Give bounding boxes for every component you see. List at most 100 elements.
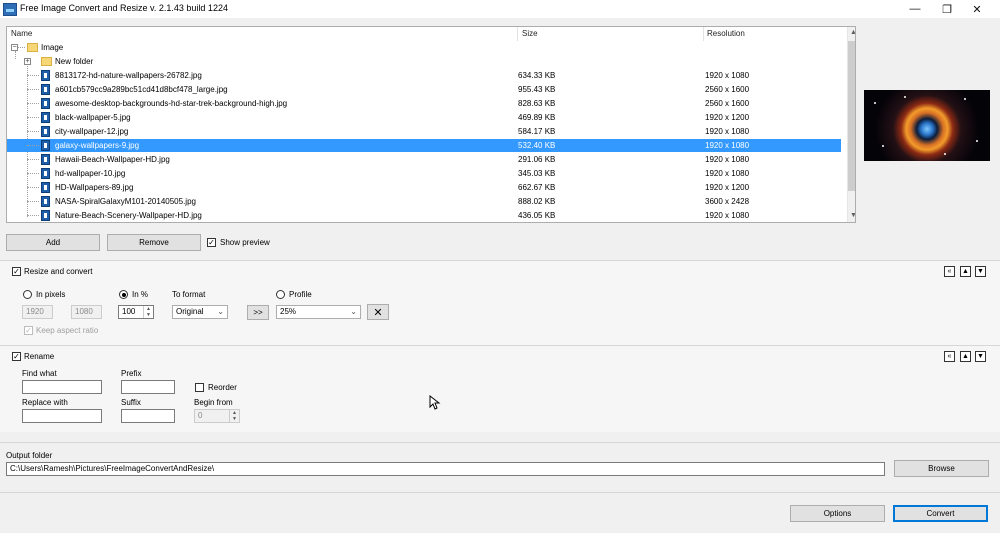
tree-guide bbox=[27, 89, 39, 90]
height-input[interactable]: 1080 bbox=[71, 305, 102, 319]
suffix-input[interactable] bbox=[121, 409, 175, 423]
prefix-input[interactable] bbox=[121, 380, 175, 394]
rename-checkbox[interactable]: ✓ bbox=[12, 352, 21, 361]
profile-radio[interactable] bbox=[276, 290, 285, 299]
in-percent-label: In % bbox=[132, 290, 149, 299]
file-name: NASA-SpiralGalaxyM101-20140505.jpg bbox=[55, 197, 196, 206]
scroll-down-icon[interactable]: ▼ bbox=[850, 212, 855, 219]
begin-from-stepper[interactable]: 0 ▲ ▼ bbox=[194, 409, 240, 423]
tree-guide bbox=[27, 75, 39, 76]
minimize-button[interactable]: — bbox=[900, 0, 930, 18]
file-name: black-wallpaper-5.jpg bbox=[55, 113, 131, 122]
resize-section: ✓ Resize and convert « ▲ ▼ In pixels In … bbox=[0, 261, 1000, 345]
file-row[interactable]: a601cb579cc9a289bc51cd41d8bcf478_large.j… bbox=[7, 83, 841, 96]
delete-profile-button[interactable]: ✕ bbox=[367, 304, 389, 320]
move-down-icon[interactable]: ▼ bbox=[975, 351, 986, 362]
file-row[interactable]: HD-Wallpapers-89.jpg 662.67 KB 1920 x 1200 bbox=[7, 181, 841, 194]
format-select[interactable]: Original ⌄ bbox=[172, 305, 228, 319]
tree-guide bbox=[27, 215, 39, 216]
file-size: 584.17 KB bbox=[518, 127, 556, 136]
in-percent-radio[interactable] bbox=[119, 290, 128, 299]
begin-from-value: 0 bbox=[198, 411, 203, 420]
file-size: 436.05 KB bbox=[518, 211, 556, 220]
tree-root-folder[interactable]: − Image bbox=[7, 41, 841, 54]
move-up-icon[interactable]: ▲ bbox=[960, 266, 971, 277]
file-resolution: 1920 x 1200 bbox=[705, 183, 750, 192]
percent-stepper[interactable]: 100 ▲ ▼ bbox=[118, 305, 154, 319]
file-row[interactable]: Hawaii-Beach-Wallpaper-HD.jpg 291.06 KB 19… bbox=[7, 153, 841, 166]
maximize-button[interactable]: ❐ bbox=[932, 0, 962, 18]
options-button[interactable]: Options bbox=[790, 505, 885, 522]
show-preview-label: Show preview bbox=[220, 238, 270, 247]
file-row[interactable]: hd-wallpaper-10.jpg 345.03 KB 1920 x 1080 bbox=[7, 167, 841, 180]
remove-button[interactable]: Remove bbox=[107, 234, 201, 251]
file-name: hd-wallpaper-10.jpg bbox=[55, 169, 126, 178]
file-row[interactable]: awesome-desktop-backgrounds-hd-star-trek… bbox=[7, 97, 841, 110]
tree-guide bbox=[27, 173, 39, 174]
find-what-input[interactable] bbox=[22, 380, 102, 394]
replace-with-label: Replace with bbox=[22, 398, 68, 407]
output-folder-input[interactable]: C:\Users\Ramesh\Pictures\FreeImageConver… bbox=[6, 462, 885, 476]
file-name: city-wallpaper-12.jpg bbox=[55, 127, 129, 136]
folder-label: New folder bbox=[55, 57, 94, 66]
scroll-up-icon[interactable]: ▲ bbox=[850, 29, 855, 36]
tree-subfolder[interactable]: + New folder bbox=[7, 55, 841, 68]
file-name: HD-Wallpapers-89.jpg bbox=[55, 183, 134, 192]
keep-aspect-label: Keep aspect ratio bbox=[36, 326, 99, 335]
file-row[interactable]: 8813172-hd-nature-wallpapers-26782.jpg 63… bbox=[7, 69, 841, 82]
collapse-icon[interactable]: − bbox=[11, 44, 18, 51]
scrollbar-thumb[interactable] bbox=[848, 41, 855, 191]
suffix-label: Suffix bbox=[121, 398, 141, 407]
file-resolution: 1920 x 1080 bbox=[705, 169, 750, 178]
collapse-all-icon[interactable]: « bbox=[944, 351, 955, 362]
tree-guide bbox=[27, 103, 39, 104]
file-row[interactable]: NASA-SpiralGalaxyM101-20140505.jpg 888.02… bbox=[7, 195, 841, 208]
profile-select[interactable]: 25% ⌄ bbox=[276, 305, 361, 319]
replace-with-input[interactable] bbox=[22, 409, 102, 423]
tree-guide bbox=[27, 117, 39, 118]
file-row[interactable]: city-wallpaper-12.jpg 584.17 KB 1920 x 108… bbox=[7, 125, 841, 138]
stepper-arrows-icon[interactable]: ▲ ▼ bbox=[229, 410, 239, 422]
file-resolution: 1920 x 1080 bbox=[705, 211, 750, 220]
reorder-label: Reorder bbox=[208, 383, 237, 392]
resize-header: Resize and convert bbox=[24, 267, 93, 276]
apply-profile-button[interactable]: >> bbox=[247, 305, 269, 320]
file-resolution: 1920 x 1080 bbox=[705, 127, 750, 136]
file-row[interactable]: galaxy-wallpapers-9.jpg 532.40 KB 1920 x 1… bbox=[7, 139, 841, 152]
move-down-icon[interactable]: ▼ bbox=[975, 266, 986, 277]
image-preview bbox=[864, 90, 990, 161]
file-row[interactable]: black-wallpaper-5.jpg 469.89 KB 1920 x 120… bbox=[7, 111, 841, 124]
file-size: 291.06 KB bbox=[518, 155, 556, 164]
show-preview-checkbox[interactable]: ✓ bbox=[207, 238, 216, 247]
app-icon bbox=[3, 3, 17, 16]
file-resolution: 1920 x 1080 bbox=[705, 71, 750, 80]
convert-button[interactable]: Convert bbox=[893, 505, 988, 522]
file-resolution: 1920 x 1200 bbox=[705, 113, 750, 122]
file-name: Nature-Beach-Scenery-Wallpaper-HD.jpg bbox=[55, 211, 202, 220]
expand-icon[interactable]: + bbox=[24, 58, 31, 65]
image-file-icon bbox=[41, 168, 50, 179]
column-header-resolution[interactable]: Resolution bbox=[707, 27, 837, 41]
browse-button[interactable]: Browse bbox=[894, 460, 989, 477]
file-row[interactable]: Nature-Beach-Scenery-Wallpaper-HD.jpg 436… bbox=[7, 209, 841, 222]
reorder-checkbox[interactable] bbox=[195, 383, 204, 392]
resize-checkbox[interactable]: ✓ bbox=[12, 267, 21, 276]
keep-aspect-checkbox[interactable]: ✓ bbox=[24, 326, 33, 335]
file-size: 469.89 KB bbox=[518, 113, 556, 122]
collapse-all-icon[interactable]: « bbox=[944, 266, 955, 277]
add-button[interactable]: Add bbox=[6, 234, 100, 251]
tree-guide bbox=[27, 145, 39, 146]
tree-guide bbox=[27, 159, 39, 160]
width-input[interactable]: 1920 bbox=[22, 305, 53, 319]
tree-guide bbox=[27, 187, 39, 188]
file-resolution: 1920 x 1080 bbox=[705, 155, 750, 164]
stepper-arrows-icon[interactable]: ▲ ▼ bbox=[143, 306, 153, 318]
image-file-icon bbox=[41, 70, 50, 81]
column-header-size[interactable]: Size bbox=[522, 27, 702, 41]
close-button[interactable]: ✕ bbox=[962, 0, 992, 18]
file-name: awesome-desktop-backgrounds-hd-star-trek… bbox=[55, 99, 288, 108]
column-header-name[interactable]: Name bbox=[11, 27, 511, 41]
move-up-icon[interactable]: ▲ bbox=[960, 351, 971, 362]
file-tree[interactable]: Name Size Resolution − Image + New folde… bbox=[6, 26, 856, 223]
in-pixels-radio[interactable] bbox=[23, 290, 32, 299]
